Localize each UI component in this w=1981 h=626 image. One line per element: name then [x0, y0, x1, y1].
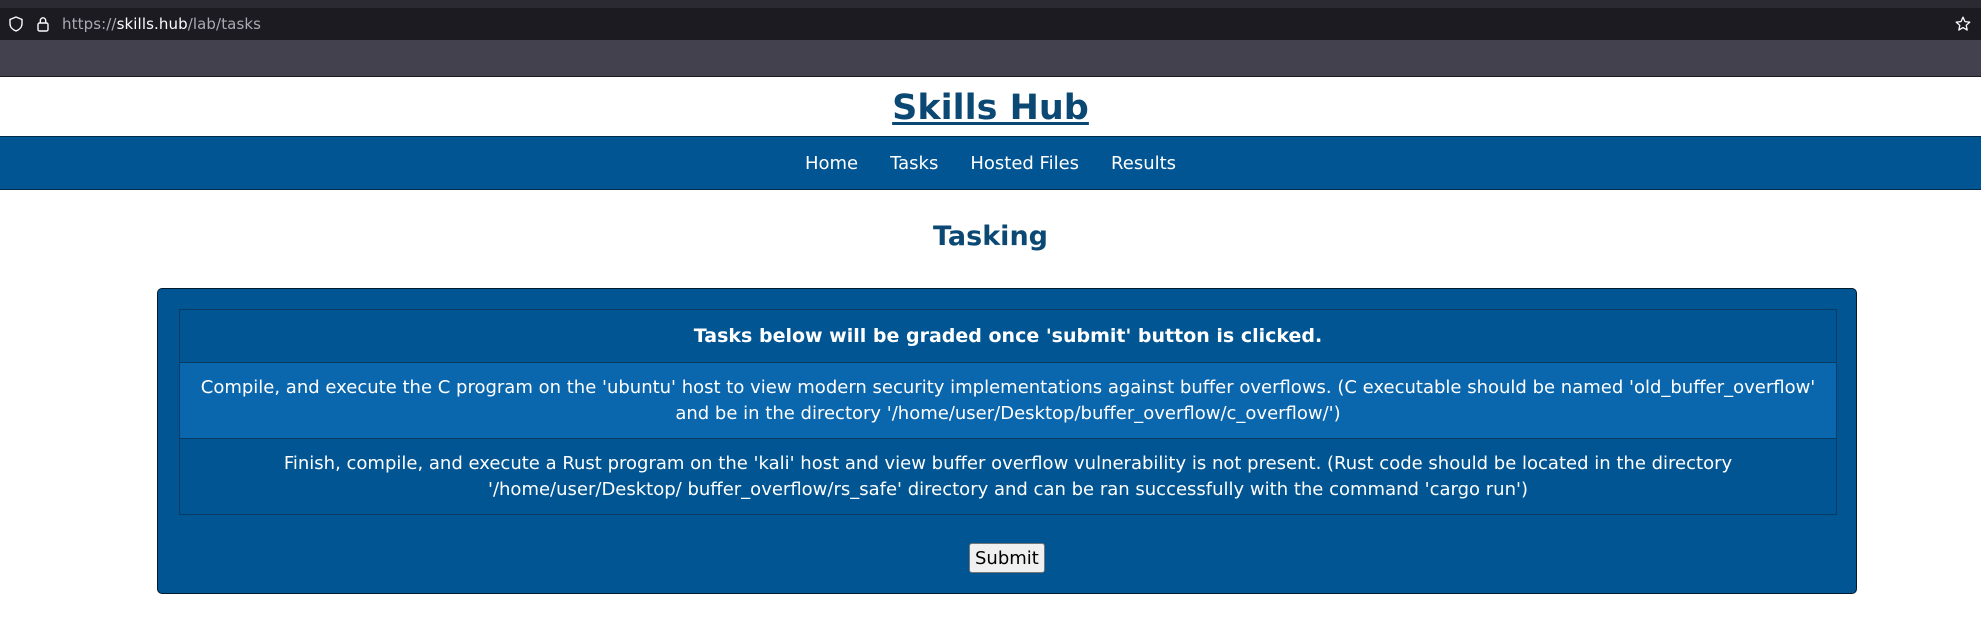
- nav-home[interactable]: Home: [805, 153, 858, 174]
- task-text-c-program: Compile, and execute the C program on th…: [179, 362, 1837, 439]
- lock-icon[interactable]: [36, 16, 50, 32]
- star-icon[interactable]: [1955, 16, 1971, 32]
- nav-hosted-files[interactable]: Hosted Files: [970, 153, 1079, 174]
- nav-results[interactable]: Results: [1111, 153, 1176, 174]
- site-title-link[interactable]: Skills Hub: [892, 88, 1089, 128]
- address-bar[interactable]: https://skills.hub/lab/tasks: [0, 8, 1981, 40]
- table-header-row: Tasks below will be graded once 'submit'…: [179, 309, 1837, 363]
- site-header: Skills Hub: [0, 77, 1981, 136]
- table-row: Compile, and execute the C program on th…: [179, 362, 1837, 439]
- url-host: skills.hub: [116, 15, 188, 33]
- browser-toolbar: [0, 40, 1981, 77]
- table-row: Finish, compile, and execute a Rust prog…: [179, 438, 1837, 515]
- shield-icon[interactable]: [8, 16, 24, 32]
- tasks-table: Tasks below will be graded once 'submit'…: [179, 309, 1837, 515]
- tasks-panel: Tasks below will be graded once 'submit'…: [157, 288, 1857, 594]
- url-scheme: https://: [62, 15, 117, 33]
- submit-button[interactable]: Submit: [969, 543, 1045, 573]
- url-path: /lab/tasks: [187, 15, 262, 33]
- page-title: Tasking: [933, 221, 1048, 252]
- table-header-cell: Tasks below will be graded once 'submit'…: [179, 309, 1837, 363]
- main-nav: Home Tasks Hosted Files Results: [0, 136, 1981, 190]
- task-text-rust-program: Finish, compile, and execute a Rust prog…: [179, 438, 1837, 515]
- nav-tasks[interactable]: Tasks: [890, 153, 938, 174]
- url-text[interactable]: https://skills.hub/lab/tasks: [62, 15, 261, 33]
- browser-top-strip: [0, 0, 1981, 8]
